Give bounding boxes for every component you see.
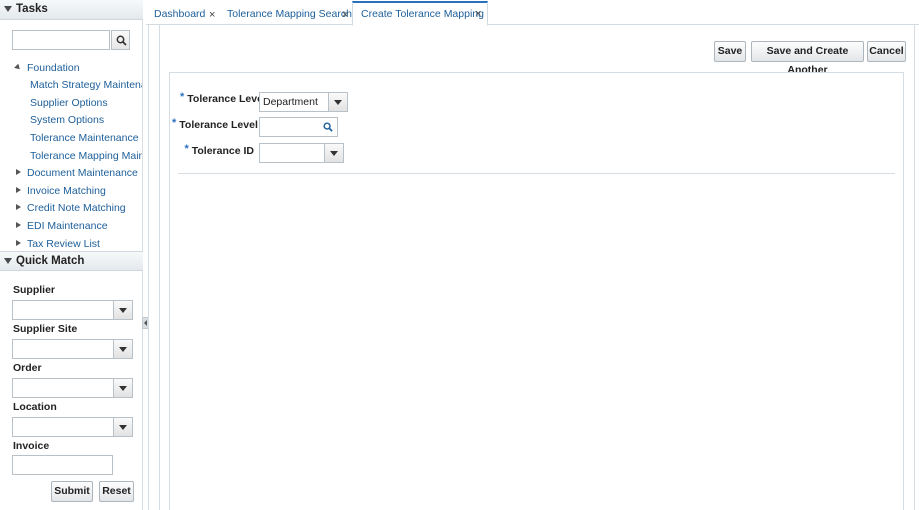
location-select[interactable]: [12, 417, 133, 437]
tree-item-document-maintenance[interactable]: Document Maintenance: [16, 167, 138, 179]
tolerance-level-label: * Tolerance Level: [180, 91, 266, 105]
supplier-site-label: Supplier Site: [13, 323, 78, 335]
expand-triangle-icon[interactable]: [16, 240, 21, 246]
task-search-button[interactable]: [111, 30, 130, 50]
required-marker: *: [184, 143, 189, 155]
content-panel: Save Save and Create Another Cancel * Tol…: [159, 25, 915, 510]
tree-item-label: Tax Review List: [27, 238, 100, 250]
task-search-input[interactable]: [12, 30, 110, 50]
tab-label: Dashboard: [154, 8, 206, 20]
expand-triangle-icon[interactable]: [16, 187, 21, 193]
supplier-site-select[interactable]: [12, 339, 133, 359]
location-label: Location: [13, 401, 57, 413]
save-button[interactable]: Save: [714, 41, 746, 62]
submit-button[interactable]: Submit: [51, 481, 93, 502]
expand-triangle-icon[interactable]: [16, 169, 21, 175]
expand-triangle-icon[interactable]: [16, 222, 21, 228]
tree-item-system-options[interactable]: System Options: [30, 114, 104, 126]
invoice-input[interactable]: [12, 455, 113, 475]
left-panel: Tasks Foundation Match Strategy Maintena…: [0, 0, 143, 510]
invoice-label: Invoice: [13, 440, 50, 452]
tab-dashboard[interactable]: Dashboard ×: [146, 3, 220, 25]
chevron-down-icon[interactable]: [113, 301, 132, 319]
close-icon[interactable]: ×: [209, 9, 215, 21]
supplier-label: Supplier: [13, 284, 56, 296]
tolerance-id-select[interactable]: [259, 143, 344, 163]
required-marker: *: [172, 117, 177, 129]
tasks-title: Tasks: [16, 3, 48, 15]
chevron-down-icon[interactable]: [113, 340, 132, 358]
tree-item-tolerance-mapping-maintenance[interactable]: Tolerance Mapping Maintenance: [30, 150, 142, 162]
tolerance-level-id-label-text: Tolerance Level ID: [179, 119, 272, 131]
form-panel: * Tolerance Level Department * Tolerance L…: [169, 72, 904, 510]
tree-item-edi-maintenance[interactable]: EDI Maintenance: [16, 220, 108, 232]
close-icon[interactable]: ×: [475, 8, 481, 20]
expand-triangle-icon[interactable]: [16, 204, 21, 210]
main-area: Save Save and Create Another Cancel * Tol…: [148, 25, 919, 510]
chevron-down-icon[interactable]: [324, 144, 343, 162]
tolerance-level-value: Department: [263, 96, 318, 108]
tree-item-label: System Options: [30, 114, 105, 126]
form-divider: [178, 173, 895, 174]
tree-item-label: Invoice Matching: [27, 185, 106, 197]
tree-item-match-strategy-maintenance[interactable]: Match Strategy Maintenance: [30, 79, 142, 91]
reset-button[interactable]: Reset: [99, 481, 134, 502]
order-label: Order: [13, 362, 42, 374]
tab-label: Tolerance Mapping Search: [227, 8, 352, 20]
tolerance-id-label-text: Tolerance ID: [191, 145, 254, 157]
tree-item-label: Tolerance Mapping Maintenance: [30, 150, 142, 162]
task-tree: Foundation Match Strategy Maintenance Su…: [0, 60, 142, 250]
tree-item-tax-review-list[interactable]: Tax Review List: [16, 238, 100, 250]
expanded-triangle-icon[interactable]: [14, 63, 22, 72]
search-icon[interactable]: [323, 122, 333, 132]
tree-item-credit-note-matching[interactable]: Credit Note Matching: [16, 202, 126, 214]
collapse-triangle-icon[interactable]: [4, 5, 12, 12]
chevron-down-icon[interactable]: [328, 93, 347, 111]
tree-item-label: Tolerance Maintenance: [30, 132, 139, 144]
tab-create-tolerance-mapping[interactable]: Create Tolerance Mapping ×: [352, 1, 488, 26]
tree-item-label: Supplier Options: [30, 97, 108, 109]
tree-item-label: Credit Note Matching: [27, 202, 126, 214]
tree-item-label: Match Strategy Maintenance: [30, 79, 142, 91]
search-icon: [116, 35, 127, 46]
quick-match-title: Quick Match: [16, 255, 85, 267]
chevron-down-icon[interactable]: [113, 379, 132, 397]
tree-item-tolerance-maintenance[interactable]: Tolerance Maintenance: [30, 132, 139, 144]
required-marker: *: [180, 91, 185, 103]
close-icon[interactable]: ×: [342, 9, 348, 21]
tolerance-level-select[interactable]: Department: [259, 92, 348, 112]
tab-label: Create Tolerance Mapping: [361, 8, 484, 20]
chevron-down-icon[interactable]: [113, 418, 132, 436]
quick-match-panel-header[interactable]: Quick Match: [0, 251, 143, 271]
tree-item-supplier-options[interactable]: Supplier Options: [30, 97, 108, 109]
cancel-button[interactable]: Cancel: [867, 41, 906, 62]
tolerance-id-label: * Tolerance ID: [180, 143, 254, 157]
tree-item-foundation[interactable]: Foundation: [14, 62, 80, 74]
tree-item-label: Document Maintenance: [27, 167, 138, 179]
tolerance-level-id-input[interactable]: [259, 117, 338, 137]
supplier-select[interactable]: [12, 300, 133, 320]
tolerance-level-id-label: * Tolerance Level ID: [172, 117, 271, 131]
collapse-triangle-icon[interactable]: [4, 257, 12, 264]
tab-bar: Dashboard × Tolerance Mapping Search × C…: [146, 0, 919, 26]
tree-item-label: EDI Maintenance: [27, 220, 108, 232]
save-and-create-another-button[interactable]: Save and Create Another: [751, 41, 864, 76]
tree-item-invoice-matching[interactable]: Invoice Matching: [16, 185, 106, 197]
tolerance-level-label-text: Tolerance Level: [187, 93, 266, 105]
tab-tolerance-mapping-search[interactable]: Tolerance Mapping Search ×: [219, 3, 354, 25]
tree-item-label: Foundation: [27, 62, 80, 74]
order-select[interactable]: [12, 378, 133, 398]
tasks-panel-header[interactable]: Tasks: [0, 0, 143, 20]
